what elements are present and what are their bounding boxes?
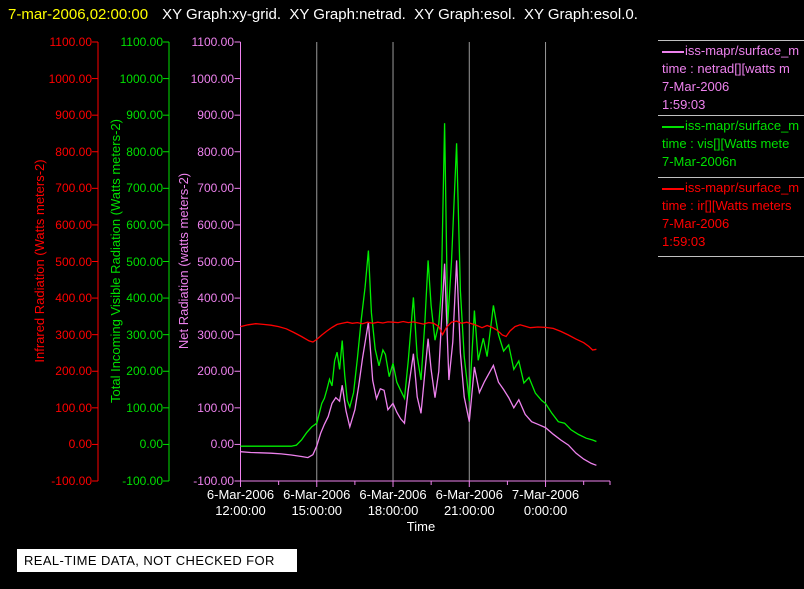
x-tick-label: 7-Mar-2006 0:00:00 <box>498 487 594 519</box>
x-axis-title: Time <box>406 519 436 534</box>
x-tick-date: 6-Mar-2006 <box>283 487 351 502</box>
x-tick-time: 12:00:00 <box>215 503 266 518</box>
legend-date: 7-Mar-2006 <box>662 79 730 94</box>
legend-entry[interactable]: iss-mapr/surface_m time : ir[][Watts mete… <box>662 179 804 251</box>
legend-line-sample-icon <box>662 50 684 53</box>
x-tick-time: 18:00:00 <box>367 503 419 518</box>
series-line-ir-infrared-radiation <box>240 320 597 351</box>
x-tick-date: 6-Mar-2006 <box>206 487 275 502</box>
legend-separator <box>658 115 804 116</box>
legend-entry[interactable]: iss-mapr/surface_m time : netrad[][watts … <box>662 42 804 114</box>
legend-line-sample-icon <box>662 187 684 190</box>
y-axis-title: Total Incoming Visible Radiation (Watts … <box>108 119 123 403</box>
legend-separator <box>658 40 804 41</box>
legend-time: 1:59:03 <box>662 234 706 249</box>
y-axis-title: Net Radiation (watts meters-2) <box>176 172 191 350</box>
legend-panel: iss-mapr/surface_m time : netrad[][watts … <box>658 0 804 589</box>
legend-line-sample-icon <box>662 125 684 128</box>
quality-banner: REAL-TIME DATA, NOT CHECKED FOR QUALITY <box>17 549 297 589</box>
x-tick-time: 21:00:00 <box>443 503 495 518</box>
x-tick-time: 15:00:00 <box>291 503 343 518</box>
x-tick-date: 7-Mar-2006 <box>511 487 580 502</box>
legend-date: 7-Mar-2006n <box>662 154 737 169</box>
legend-series-meta: time : vis[][Watts mete <box>662 136 790 151</box>
legend-series-meta: time : netrad[][watts m <box>662 61 790 76</box>
legend-separator <box>658 256 804 257</box>
legend-time: 1:59:03 <box>662 97 706 112</box>
legend-series-name: iss-mapr/surface_m <box>662 42 804 60</box>
app-window: 7-mar-2006,02:00:00 XY Graph:xy-grid. XY … <box>0 0 804 589</box>
x-tick-date: 6-Mar-2006 <box>359 487 427 502</box>
series-line-vis-total-incoming-visible-radiation <box>240 123 597 447</box>
x-tick-time: 0:00:00 <box>523 503 568 518</box>
legend-series-meta: time : ir[][Watts meters <box>662 198 792 213</box>
x-tick-date: 6-Mar-2006 <box>435 487 503 502</box>
legend-series-name: iss-mapr/surface_m <box>662 179 804 197</box>
legend-series-name: iss-mapr/surface_m <box>662 117 804 135</box>
y-axis-title: Infrared Radiation (Watts meters-2) <box>32 159 47 363</box>
legend-date: 7-Mar-2006 <box>662 216 730 231</box>
